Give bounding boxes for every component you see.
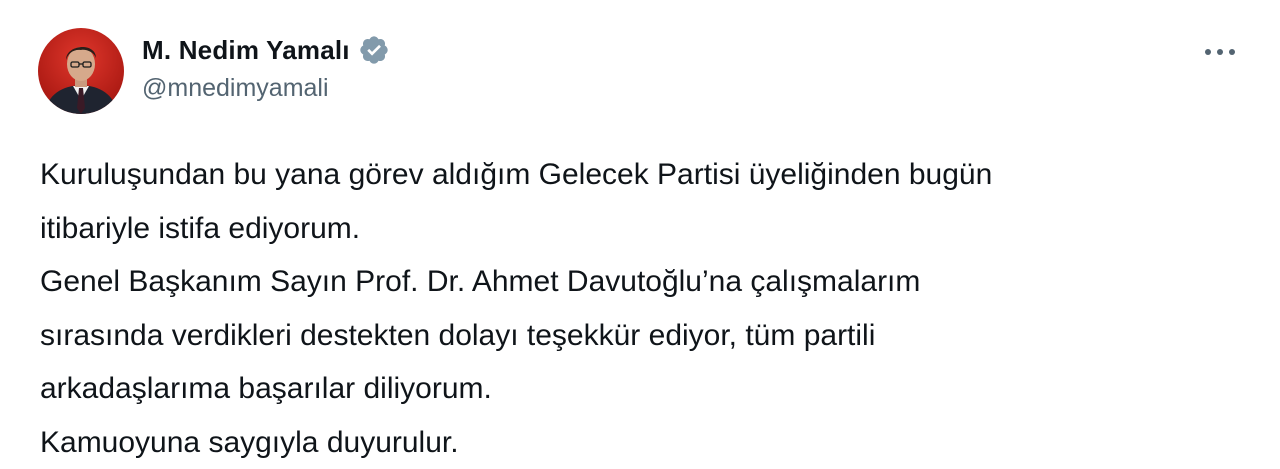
verified-badge-icon [358,34,390,66]
tweet-text-line: arkadaşlarıma başarılar diliyorum. [40,372,492,405]
tweet-header: M. Nedim Yamalı @mnedimyamali [38,28,1250,118]
more-horizontal-icon [1205,49,1235,55]
avatar[interactable] [38,28,124,114]
tweet-text-line: Genel Başkanım Sayın Prof. Dr. Ahmet Dav… [40,265,921,298]
author-info: M. Nedim Yamalı @mnedimyamali [142,34,390,103]
tweet-text-line: Kamuoyuna saygıyla duyurulur. [40,425,459,459]
author-handle[interactable]: @mnedimyamali [142,74,390,103]
tweet-text-line: Kuruluşundan bu yana görev aldığım Gelec… [40,158,993,191]
display-name[interactable]: M. Nedim Yamalı [142,35,350,66]
tweet-text: Kuruluşundan bu yana görev aldığım Gelec… [40,148,1240,469]
tweet-text-line: sırasında verdikleri destekten dolayı te… [40,318,876,352]
tweet-card: M. Nedim Yamalı @mnedimyamali Kuruluşund… [0,0,1280,469]
tweet-text-line: itibariyle istifa ediyorum. [40,211,361,245]
more-options-button[interactable] [1200,40,1240,64]
name-row: M. Nedim Yamalı [142,34,390,66]
